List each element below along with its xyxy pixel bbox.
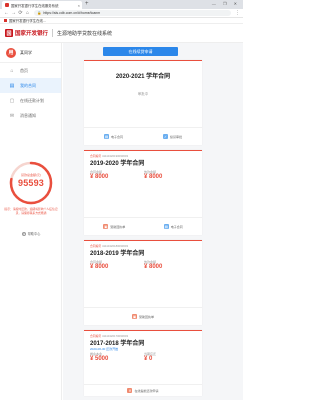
card-actions: ¥ 在线提前还款申请 [84, 384, 202, 396]
amount-value: ¥ 8000 [90, 264, 109, 270]
action-label: 在线提前还款申请 [134, 388, 159, 393]
receipt-icon: ▣ [103, 224, 109, 229]
card-actions: ▣ 受助回执单 [84, 307, 202, 325]
sidebar-item-messages[interactable]: ✉ 消息通知 [0, 108, 61, 123]
bookmark-item[interactable]: 国家开发银行学生在线... [9, 18, 46, 23]
e-contract-button[interactable]: ▤ 电子合同 [163, 224, 183, 229]
card-actions: ▣ 受助回执单 ▤ 电子合同 [84, 217, 202, 235]
loan-total-gauge: 贷款总金额(元) 95593 [8, 160, 54, 206]
receipt-button[interactable]: ▣ 受助回执单 [103, 224, 125, 229]
document-icon: ▤ [103, 134, 109, 139]
amount-value: ¥ 0 [144, 356, 153, 362]
sidebar-item-home[interactable]: ⌂ 首页 [0, 63, 61, 78]
contract-amounts: 合同金额 ¥ 8000 放款金额 ¥ 8000 [84, 170, 202, 180]
help-label: 帮助中心 [27, 232, 41, 236]
browser-toolbar: ← → ⟳ ⌂ 🔒 https://sls.cdb.com.cn/#/home/… [0, 9, 243, 18]
repayment-icon: ¥ [127, 388, 133, 393]
user-profile[interactable]: 用 某同学 [0, 43, 61, 63]
help-icon: ? [21, 231, 26, 236]
amount-block: 合同金额 ¥ 8000 [90, 260, 144, 270]
action-label: 电子合同 [110, 134, 123, 139]
bookmark-favicon-icon [4, 19, 7, 22]
forward-icon[interactable]: → [10, 10, 17, 16]
amount-block: 当期应还 ¥ 0 [144, 352, 198, 362]
avatar: 用 [6, 47, 16, 58]
contract-card: 合同编号 41110420190090603 2019-2020 学年合同 合同… [84, 150, 202, 235]
e-contract-button[interactable]: ▤ 电子合同 [103, 134, 123, 139]
favicon-icon [5, 3, 9, 7]
repayment-notice: 提示：请按时还款，逾期将影响个人征信记录，请保持联系方式畅通 [4, 207, 58, 215]
user-name: 某同学 [20, 49, 32, 55]
action-label: 受助回执单 [110, 224, 126, 229]
browser-tab[interactable]: 国家开发银行学生在线服务系统 × [2, 1, 82, 9]
sidebar: 用 某同学 ⌂ 首页 ▤ 我的合同 ▢ 在线还款计划 ✉ 消息通知 贷款总金额(… [0, 43, 62, 400]
action-label: 电子合同 [170, 224, 183, 229]
contract-card: 2020-2021 学年合同 审批中 ▤ 电子合同 ✓ 续贷审批 [84, 60, 202, 145]
contract-title: 2019-2020 学年合同 [90, 161, 145, 167]
gauge-label: 贷款总金额(元) [21, 173, 41, 177]
tab-title: 国家开发银行学生在线服务系统 [11, 3, 59, 8]
contract-title: 2018-2019 学年合同 [90, 251, 145, 257]
bank-logo-icon: 国 [5, 29, 13, 37]
help-center-link[interactable]: ? 帮助中心 [0, 231, 62, 236]
sidebar-item-label: 消息通知 [20, 112, 36, 118]
renewal-approval-button[interactable]: ✓ 续贷审批 [162, 134, 182, 139]
amount-value: ¥ 8000 [144, 174, 163, 180]
message-icon: ✉ [9, 112, 15, 119]
site-title: 生源地助学贷款在线系统 [57, 30, 113, 37]
repay-icon: ▢ [9, 97, 15, 104]
address-bar[interactable]: 🔒 https://sls.cdb.com.cn/#/home/loanm [34, 10, 231, 16]
early-repayment-button[interactable]: ¥ 在线提前还款申请 [127, 388, 159, 393]
contract-amounts: 合同金额 ¥ 8000 放款金额 ¥ 8000 [84, 260, 202, 270]
sidebar-item-repayment[interactable]: ▢ 在线还款计划 [0, 93, 61, 108]
header-divider [52, 29, 54, 37]
receipt-icon: ▣ [131, 314, 137, 319]
receipt-button[interactable]: ▣ 受助回执单 [131, 314, 154, 319]
amount-block: 合同金额 ¥ 8000 [90, 170, 144, 180]
home-browser-icon[interactable]: ⌂ [24, 10, 31, 16]
back-icon[interactable]: ← [3, 10, 10, 16]
sidebar-item-label: 首页 [20, 67, 28, 73]
action-label: 受助回执单 [138, 314, 154, 319]
new-tab-button[interactable]: + [85, 1, 89, 8]
tab-close-icon[interactable]: × [76, 3, 82, 8]
amount-value: ¥ 5000 [90, 356, 109, 362]
amount-value: ¥ 8000 [90, 174, 109, 180]
main-content: 在线续贷申请 2020-2021 学年合同 审批中 ▤ 电子合同 ✓ 续贷审批 … [63, 43, 243, 400]
home-icon: ⌂ [10, 67, 14, 74]
card-actions: ▤ 电子合同 ✓ 续贷审批 [84, 127, 202, 145]
sidebar-item-label: 在线还款计划 [20, 97, 44, 103]
address-url: https://sls.cdb.com.cn/#/home/loanm [43, 11, 101, 15]
amount-block: 剩余本金 ¥ 5000 [90, 352, 144, 362]
contract-card: 合同编号 41110420180090603 2018-2019 学年合同 合同… [84, 240, 202, 325]
browser-tab-bar: 国家开发银行学生在线服务系统 × + — ❐ ✕ [0, 0, 243, 9]
contract-title: 2020-2021 学年合同 [115, 74, 171, 80]
repayment-start-date: 2020-06-30 还款开始 [90, 347, 119, 351]
browser-menu-icon[interactable]: ⋮ [235, 10, 240, 16]
amount-block: 放款金额 ¥ 8000 [144, 260, 198, 270]
bank-logo-text: 国家开发银行 [15, 31, 49, 37]
sidebar-item-label: 我的合同 [20, 82, 36, 88]
amount-value: ¥ 8000 [144, 264, 163, 270]
site-header: 国 国家开发银行 生源地助学贷款在线系统 [0, 24, 243, 43]
contract-amounts: 剩余本金 ¥ 5000 当期应还 ¥ 0 [84, 352, 202, 362]
amount-block: 放款金额 ¥ 8000 [144, 170, 198, 180]
contract-status: 审批中 [137, 92, 149, 96]
contract-icon: ▤ [9, 82, 15, 89]
gauge-value: 95593 [17, 178, 45, 188]
action-label: 续贷审批 [169, 134, 182, 139]
apply-renewal-button[interactable]: 在线续贷申请 [103, 47, 178, 56]
sidebar-item-contracts[interactable]: ▤ 我的合同 [0, 78, 61, 93]
contract-title: 2017-2018 学年合同 [90, 341, 145, 347]
approval-icon: ✓ [162, 134, 168, 139]
reload-icon[interactable]: ⟳ [17, 10, 24, 16]
contract-card: 合同编号 41110420170090603 2017-2018 学年合同 20… [84, 330, 202, 396]
lock-icon: 🔒 [37, 11, 42, 15]
window-controls[interactable]: — ❐ ✕ [212, 1, 240, 6]
document-icon: ▤ [163, 224, 169, 229]
